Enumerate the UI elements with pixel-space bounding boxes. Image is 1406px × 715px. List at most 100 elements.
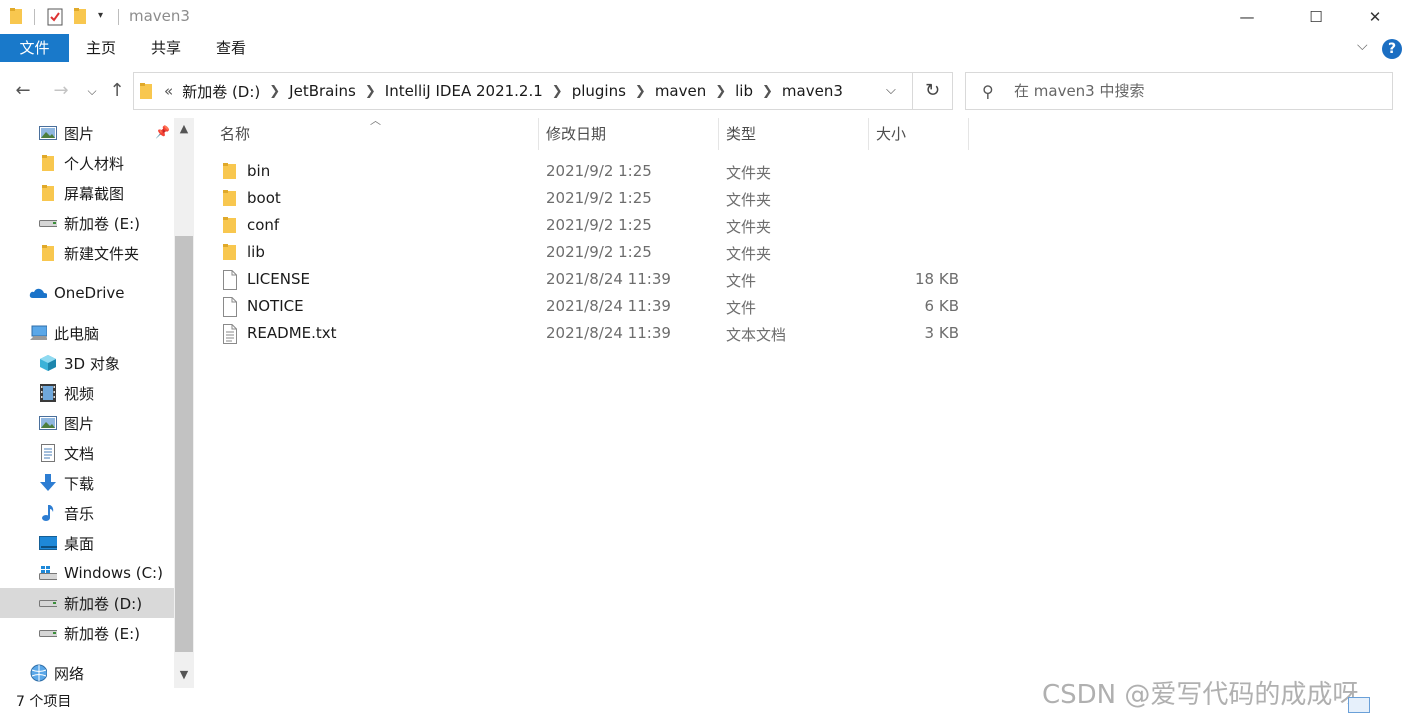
sidebar-item-onedrive[interactable]: OneDrive bbox=[0, 278, 174, 308]
file-row[interactable]: LICENSE 2021/8/24 11:39 文件 18 KB bbox=[218, 267, 968, 294]
folder-icon bbox=[222, 162, 240, 182]
text-file-icon bbox=[222, 324, 240, 344]
file-name: conf bbox=[247, 216, 280, 234]
up-arrow-icon[interactable]: ↑ bbox=[105, 80, 129, 101]
customize-toolbar-icon[interactable]: ▾ bbox=[98, 10, 103, 21]
music-icon bbox=[39, 504, 57, 522]
chevron-right-icon[interactable]: ❯ bbox=[365, 84, 376, 99]
sidebar-item-3d-objects[interactable]: 3D 对象 bbox=[0, 348, 174, 378]
breadcrumb-item[interactable]: maven bbox=[655, 82, 706, 100]
title-bar: ▾ maven3 — ☐ ✕ bbox=[0, 0, 1406, 34]
sidebar-item-personal[interactable]: 个人材料 bbox=[0, 148, 174, 178]
breadcrumb-item[interactable]: JetBrains bbox=[289, 82, 356, 100]
chevron-right-icon[interactable]: ❯ bbox=[269, 84, 280, 99]
maximize-button[interactable]: ☐ bbox=[1293, 0, 1339, 34]
tab-home[interactable]: 主页 bbox=[78, 34, 124, 62]
details-view-button[interactable] bbox=[1348, 697, 1370, 713]
sidebar-item-pictures-quick[interactable]: 图片 📌 bbox=[0, 118, 174, 148]
forward-arrow-icon[interactable]: → bbox=[49, 80, 73, 101]
file-type: 文件 bbox=[726, 299, 757, 317]
scroll-down-icon[interactable]: ▼ bbox=[174, 668, 194, 681]
sidebar-item-label: 个人材料 bbox=[64, 154, 125, 173]
sidebar-item-pictures[interactable]: 图片 bbox=[0, 408, 174, 438]
file-row[interactable]: boot 2021/9/2 1:25 文件夹 bbox=[218, 186, 968, 213]
breadcrumb-item[interactable]: 新加卷 (D:) bbox=[182, 81, 260, 102]
sidebar-item-music[interactable]: 音乐 bbox=[0, 498, 174, 528]
drive-icon bbox=[39, 594, 57, 612]
file-size: 18 KB bbox=[915, 270, 959, 288]
breadcrumb-item[interactable]: IntelliJ IDEA 2021.2.1 bbox=[385, 82, 543, 100]
sidebar-item-documents[interactable]: 文档 bbox=[0, 438, 174, 468]
column-header-type[interactable]: 类型 bbox=[726, 118, 756, 150]
sidebar-item-this-pc[interactable]: 此电脑 bbox=[0, 318, 174, 348]
sidebar-item-label: 新建文件夹 bbox=[64, 244, 140, 263]
sidebar-item-windows-c[interactable]: Windows (C:) bbox=[0, 558, 174, 588]
column-header-name[interactable]: 名称 bbox=[220, 118, 250, 150]
search-input[interactable] bbox=[1014, 79, 1374, 103]
file-date: 2021/9/2 1:25 bbox=[546, 216, 652, 234]
breadcrumb-item[interactable]: maven3 bbox=[782, 82, 843, 100]
sidebar-item-drive-e[interactable]: 新加卷 (E:) bbox=[0, 618, 174, 648]
sidebar-item-drive-e-quick[interactable]: 新加卷 (E:) bbox=[0, 208, 174, 238]
recent-locations-icon[interactable]: ⌵ bbox=[80, 84, 104, 99]
breadcrumb-item[interactable]: plugins bbox=[572, 82, 626, 100]
column-divider[interactable] bbox=[538, 118, 539, 150]
divider bbox=[118, 9, 119, 25]
chevron-right-icon[interactable]: ❯ bbox=[715, 84, 726, 99]
breadcrumb-overflow[interactable]: « bbox=[164, 82, 173, 100]
address-bar[interactable]: « 新加卷 (D:) ❯ JetBrains ❯ IntelliJ IDEA 2… bbox=[133, 72, 913, 110]
sidebar-item-label: 新加卷 (E:) bbox=[64, 624, 141, 643]
sidebar-item-downloads[interactable]: 下载 bbox=[0, 468, 174, 498]
file-date: 2021/9/2 1:25 bbox=[546, 243, 652, 261]
tab-file[interactable]: 文件 bbox=[0, 34, 69, 62]
column-header-size[interactable]: 大小 bbox=[876, 118, 906, 150]
file-date: 2021/9/2 1:25 bbox=[546, 162, 652, 180]
sidebar-item-desktop[interactable]: 桌面 bbox=[0, 528, 174, 558]
tab-share[interactable]: 共享 bbox=[143, 34, 189, 62]
videos-icon bbox=[39, 384, 57, 402]
sidebar-item-drive-d[interactable]: 新加卷 (D:) bbox=[0, 588, 174, 618]
new-folder-icon[interactable] bbox=[74, 8, 86, 28]
pin-icon[interactable]: 📌 bbox=[155, 125, 170, 139]
file-row[interactable]: NOTICE 2021/8/24 11:39 文件 6 KB bbox=[218, 294, 968, 321]
sort-ascending-icon: ︿ bbox=[370, 114, 381, 127]
column-header-date[interactable]: 修改日期 bbox=[546, 118, 606, 150]
file-name: bin bbox=[247, 162, 271, 180]
back-arrow-icon[interactable]: ← bbox=[11, 80, 35, 101]
column-divider[interactable] bbox=[868, 118, 869, 150]
windows-drive-icon bbox=[39, 564, 57, 582]
ribbon-tabs: 文件 主页 共享 查看 ⌵ ? bbox=[0, 34, 1406, 64]
chevron-right-icon[interactable]: ❯ bbox=[552, 84, 563, 99]
scroll-up-icon[interactable]: ▲ bbox=[174, 122, 194, 135]
chevron-right-icon[interactable]: ❯ bbox=[635, 84, 646, 99]
close-button[interactable]: ✕ bbox=[1352, 0, 1398, 34]
search-box[interactable]: ⚲ bbox=[965, 72, 1393, 110]
folder-icon bbox=[39, 184, 57, 202]
file-row[interactable]: conf 2021/9/2 1:25 文件夹 bbox=[218, 213, 968, 240]
sidebar-item-new-folder[interactable]: 新建文件夹 bbox=[0, 238, 174, 268]
file-name: README.txt bbox=[247, 324, 337, 342]
file-row[interactable]: README.txt 2021/8/24 11:39 文本文档 3 KB bbox=[218, 321, 968, 348]
drive-icon bbox=[39, 624, 57, 642]
breadcrumb-item[interactable]: lib bbox=[735, 82, 753, 100]
file-row[interactable]: bin 2021/9/2 1:25 文件夹 bbox=[218, 159, 968, 186]
refresh-button[interactable]: ↻ bbox=[913, 72, 953, 110]
expand-ribbon-icon[interactable]: ⌵ bbox=[1357, 38, 1368, 54]
column-divider[interactable] bbox=[968, 118, 969, 150]
sidebar-scrollbar[interactable]: ▲ ▼ bbox=[174, 118, 194, 688]
properties-icon[interactable] bbox=[47, 8, 63, 30]
help-button[interactable]: ? bbox=[1382, 39, 1402, 59]
minimize-button[interactable]: — bbox=[1224, 0, 1270, 34]
tab-view[interactable]: 查看 bbox=[208, 34, 254, 62]
sidebar-item-screenshots[interactable]: 屏幕截图 bbox=[0, 178, 174, 208]
search-icon: ⚲ bbox=[982, 82, 994, 101]
file-type: 文件夹 bbox=[726, 191, 772, 209]
folder-icon bbox=[222, 243, 240, 263]
address-history-icon[interactable]: ⌵ bbox=[886, 83, 896, 98]
column-divider[interactable] bbox=[718, 118, 719, 150]
chevron-right-icon[interactable]: ❯ bbox=[762, 84, 773, 99]
sidebar-item-videos[interactable]: 视频 bbox=[0, 378, 174, 408]
scrollbar-thumb[interactable] bbox=[175, 236, 193, 652]
file-row[interactable]: lib 2021/9/2 1:25 文件夹 bbox=[218, 240, 968, 267]
sidebar-item-network[interactable]: 网络 bbox=[0, 658, 174, 688]
